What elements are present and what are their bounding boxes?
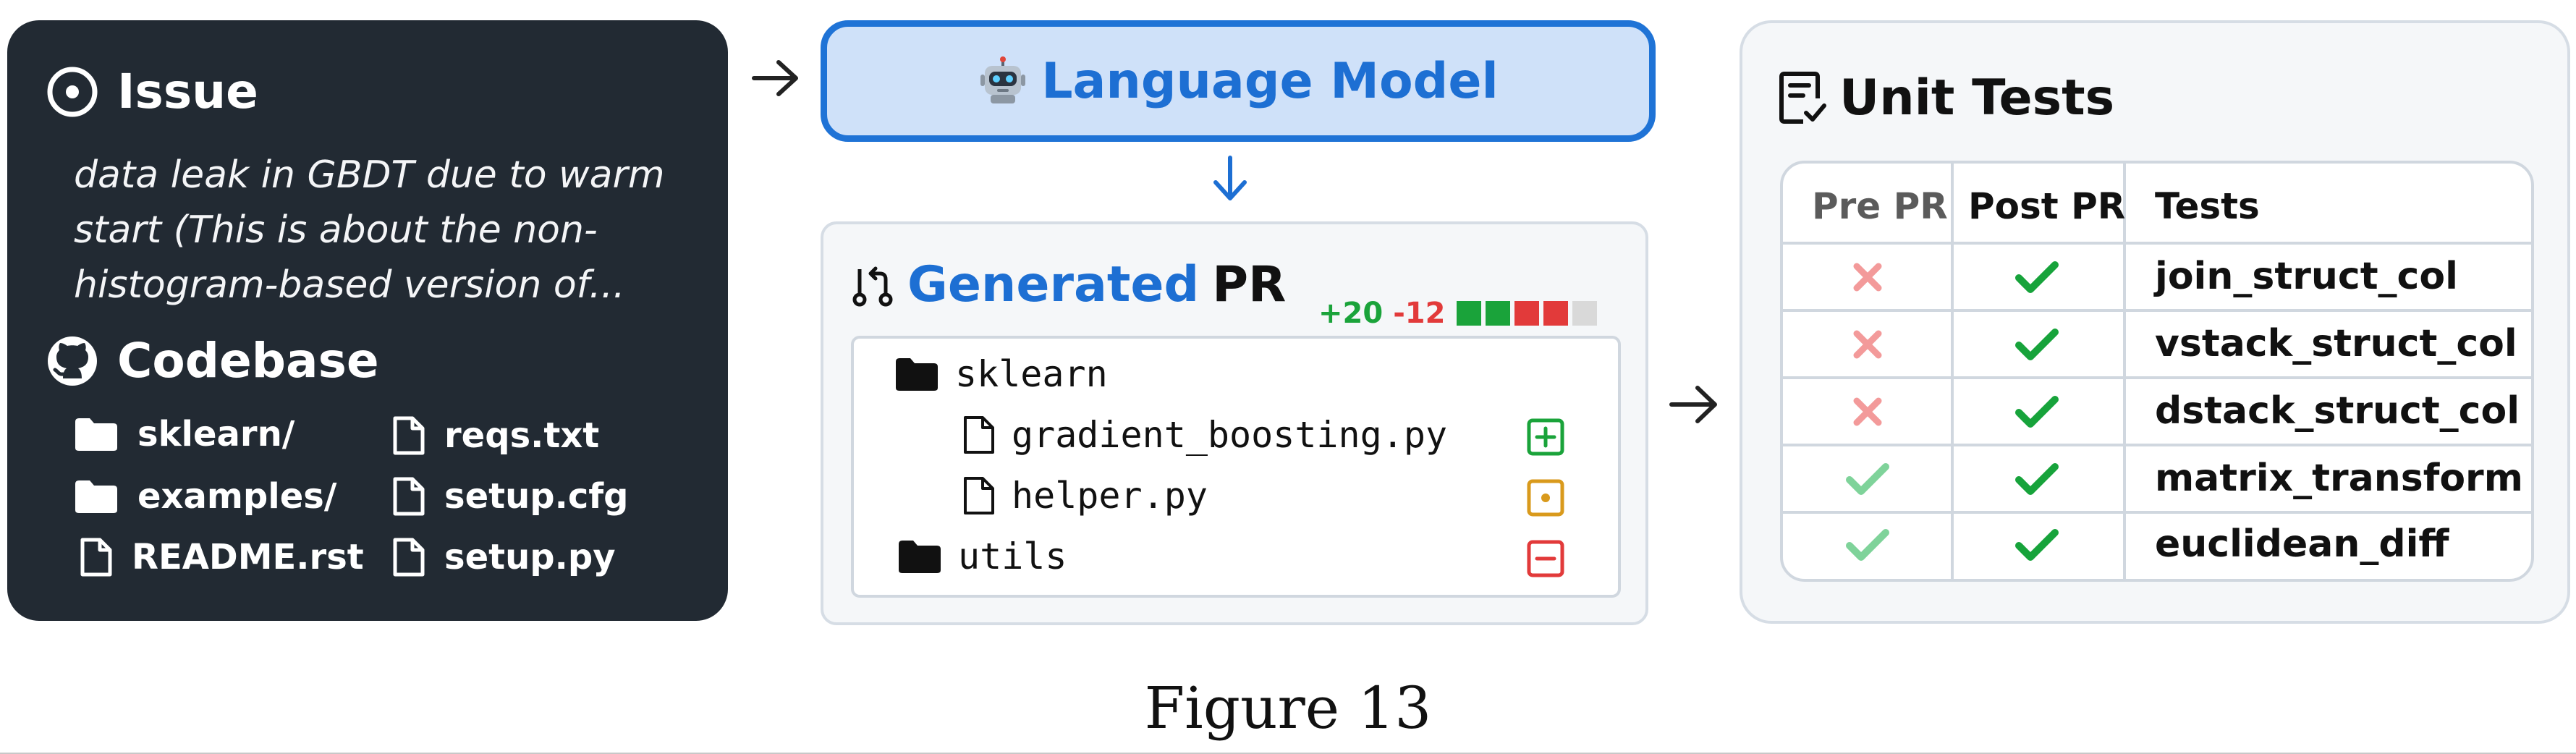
- diff-block: [1514, 301, 1540, 326]
- pass-check-icon: [2015, 261, 2059, 293]
- deletions-count: -12: [1393, 297, 1446, 330]
- language-model-box: Language Model: [821, 20, 1656, 142]
- language-model-title: Language Model: [1041, 52, 1499, 110]
- file-icon: [80, 538, 112, 577]
- pass-check-icon: [2015, 396, 2059, 428]
- github-icon: [48, 336, 97, 386]
- folder-icon: [75, 418, 117, 451]
- pass-check-icon: [2015, 329, 2059, 360]
- test-name: matrix_transform: [2155, 457, 2523, 500]
- issue-codebase-panel: Issue data leak in GBDT due to warm star…: [7, 20, 728, 621]
- file-added-icon: [1527, 418, 1564, 456]
- fail-x-icon: [1853, 397, 1882, 426]
- diff-block: [1457, 301, 1482, 326]
- column-header-tests: Tests: [2155, 185, 2260, 227]
- folder-icon: [896, 358, 938, 391]
- file-icon: [393, 538, 425, 577]
- folder-icon: [899, 541, 941, 573]
- unit-tests-panel: Unit Tests Pre PR Post PR Tests join_str…: [1740, 20, 2570, 624]
- arrow-down-icon: [1213, 156, 1247, 200]
- tree-item[interactable]: gradient_boosting.py: [962, 414, 1447, 456]
- test-name: join_struct_col: [2155, 255, 2458, 298]
- pull-request-icon: [852, 266, 893, 306]
- arrow-right-icon: [752, 60, 798, 96]
- issue-description: data leak in GBDT due to warm start (Thi…: [74, 153, 665, 307]
- generated-pr-panel: Generated PR +20 -12 sklearn gradient_bo…: [821, 221, 1648, 625]
- test-name: dstack_struct_col: [2155, 389, 2520, 433]
- pr-title-accent: Generated: [907, 256, 1200, 313]
- folder-icon: [75, 480, 117, 513]
- issue-heading-label: Issue: [117, 64, 258, 119]
- file-icon: [964, 416, 994, 454]
- codebase-item[interactable]: README.rst: [80, 537, 364, 577]
- column-header-pre-pr: Pre PR: [1812, 185, 1948, 227]
- tree-item[interactable]: sklearn: [894, 353, 1108, 395]
- file-removed-icon: [1527, 540, 1564, 577]
- pr-heading: Generated PR: [851, 256, 1286, 313]
- codebase-item[interactable]: examples/: [74, 476, 336, 517]
- file-icon: [393, 416, 425, 455]
- codebase-heading-label: Codebase: [117, 333, 379, 389]
- codebase-item[interactable]: sklearn/: [74, 414, 295, 454]
- file-icon: [393, 477, 425, 516]
- tree-item[interactable]: helper.py: [962, 475, 1208, 517]
- diff-block: [1486, 301, 1511, 326]
- file-icon: [964, 477, 994, 514]
- pass-check-icon: [1846, 463, 1889, 495]
- codebase-item[interactable]: setup.cfg: [392, 476, 629, 517]
- column-header-post-pr: Post PR: [1968, 185, 2126, 227]
- test-name: vstack_struct_col: [2155, 322, 2517, 365]
- test-name: euclidean_diff: [2155, 522, 2449, 566]
- codebase-item[interactable]: setup.py: [392, 537, 615, 577]
- unit-tests-heading: Unit Tests: [1779, 69, 2114, 127]
- diff-block: [1543, 301, 1569, 326]
- codebase-item[interactable]: reqs.txt: [392, 415, 599, 456]
- fail-x-icon: [1853, 263, 1882, 292]
- checklist-icon: [1779, 71, 1826, 124]
- fail-x-icon: [1853, 330, 1882, 359]
- file-modified-icon: [1527, 479, 1564, 517]
- diff-stats: +20 -12: [1318, 297, 1601, 330]
- issue-heading: Issue: [45, 64, 258, 119]
- additions-count: +20: [1318, 297, 1384, 330]
- robot-icon: [980, 56, 1026, 103]
- figure-caption: Figure 13: [1144, 674, 1432, 742]
- pr-file-tree: sklearn gradient_boosting.py helper.py u…: [851, 336, 1621, 598]
- pr-title-rest: PR: [1212, 256, 1287, 313]
- codebase-heading: Codebase: [45, 333, 379, 389]
- pass-check-icon: [2015, 529, 2059, 561]
- unit-tests-table: Pre PR Post PR Tests join_struct_col vst…: [1780, 161, 2534, 582]
- pass-check-icon: [2015, 463, 2059, 495]
- arrow-right-icon: [1669, 386, 1717, 423]
- tree-item[interactable]: utils: [897, 535, 1067, 577]
- pass-check-icon: [1846, 529, 1889, 561]
- unit-tests-heading-label: Unit Tests: [1839, 69, 2115, 127]
- diff-block: [1572, 301, 1598, 326]
- issue-opened-icon: [47, 67, 98, 117]
